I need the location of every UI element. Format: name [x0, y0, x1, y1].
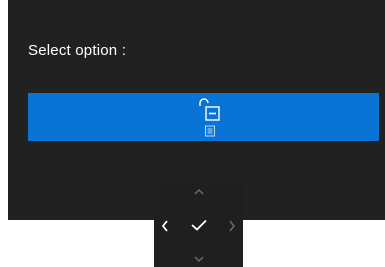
chevron-up-icon[interactable]	[193, 187, 205, 197]
checkmark-icon[interactable]	[190, 218, 208, 232]
menu-icon	[205, 125, 215, 137]
chevron-right-icon[interactable]	[227, 219, 237, 233]
unlock-option-button[interactable]	[28, 93, 379, 141]
chevron-left-icon[interactable]	[160, 219, 170, 233]
prompt-label: Select option :	[28, 42, 127, 59]
unlock-icon	[199, 98, 220, 121]
chevron-down-icon[interactable]	[193, 254, 205, 264]
navigation-pad	[154, 183, 243, 267]
